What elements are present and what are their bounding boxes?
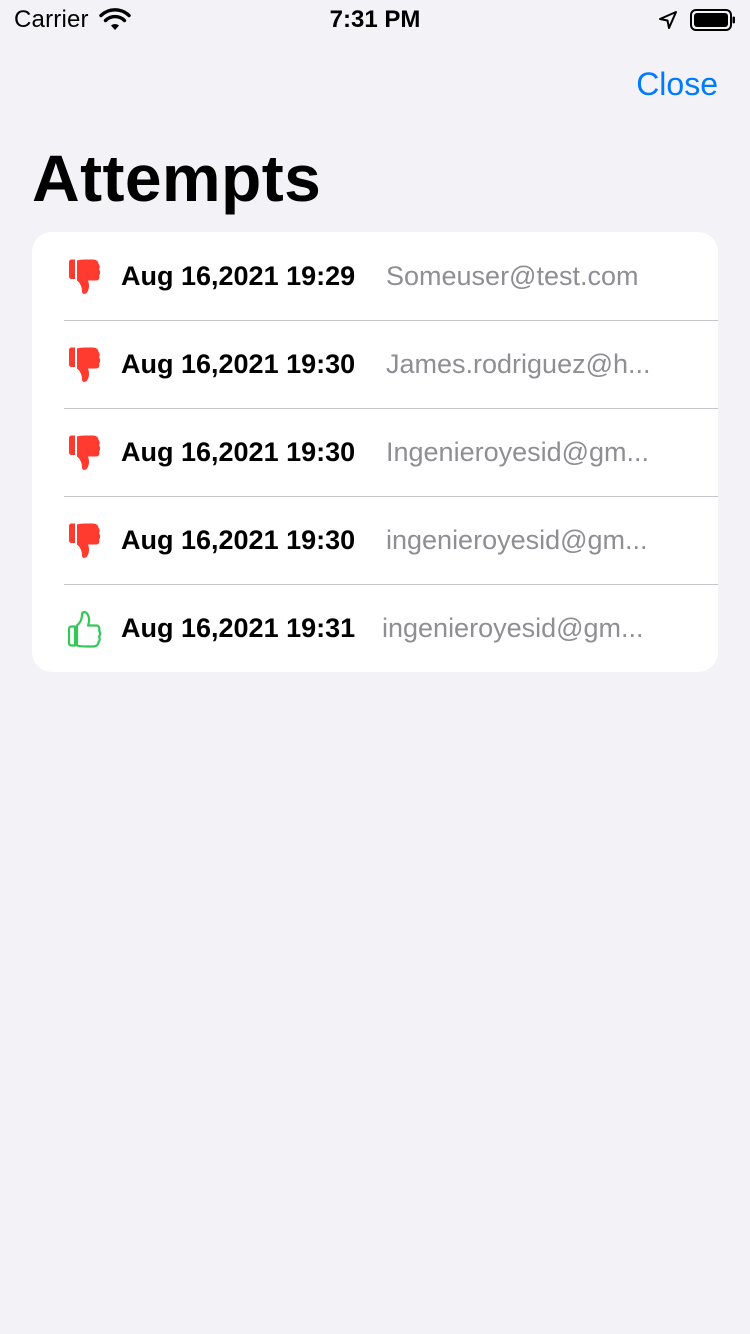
page-title: Attempts xyxy=(32,141,322,215)
attempt-email: Ingenieroyesid@gm... xyxy=(386,437,650,467)
attempt-row[interactable]: Aug 16,2021 19:29 Someuser@test.com xyxy=(32,232,718,320)
status-time: 7:31 PM xyxy=(329,6,421,33)
attempt-date: Aug 16,2021 19:30 xyxy=(121,349,356,379)
thumbs-down-icon xyxy=(69,259,101,294)
attempt-email: James.rodriguez@h... xyxy=(386,349,651,379)
thumbs-down-icon xyxy=(69,523,101,558)
attempt-date: Aug 16,2021 19:30 xyxy=(121,437,356,467)
thumbs-down-icon xyxy=(69,347,101,382)
battery-icon xyxy=(690,9,735,31)
attempt-date: Aug 16,2021 19:30 xyxy=(121,525,356,555)
attempt-date: Aug 16,2021 19:29 xyxy=(121,261,356,291)
thumbs-down-icon xyxy=(69,435,101,470)
thumbs-up-icon xyxy=(67,611,102,648)
attempt-date: Aug 16,2021 19:31 xyxy=(121,613,356,643)
attempt-email: Someuser@test.com xyxy=(386,261,639,291)
location-arrow-icon xyxy=(659,11,677,29)
attempt-row[interactable]: Aug 16,2021 19:31 ingenieroyesid@gm... xyxy=(32,584,718,672)
attempt-email: ingenieroyesid@gm... xyxy=(386,525,648,555)
attempts-list: Aug 16,2021 19:29 Someuser@test.com Aug … xyxy=(32,232,718,672)
close-button[interactable]: Close xyxy=(636,62,718,106)
status-bar: Carrier 7:31 PM xyxy=(0,0,750,40)
attempt-row[interactable]: Aug 16,2021 19:30 Ingenieroyesid@gm... xyxy=(32,408,718,496)
status-right xyxy=(658,4,736,36)
attempt-email: ingenieroyesid@gm... xyxy=(382,613,644,643)
attempt-row[interactable]: Aug 16,2021 19:30 ingenieroyesid@gm... xyxy=(32,496,718,584)
attempt-row[interactable]: Aug 16,2021 19:30 James.rodriguez@h... xyxy=(32,320,718,408)
